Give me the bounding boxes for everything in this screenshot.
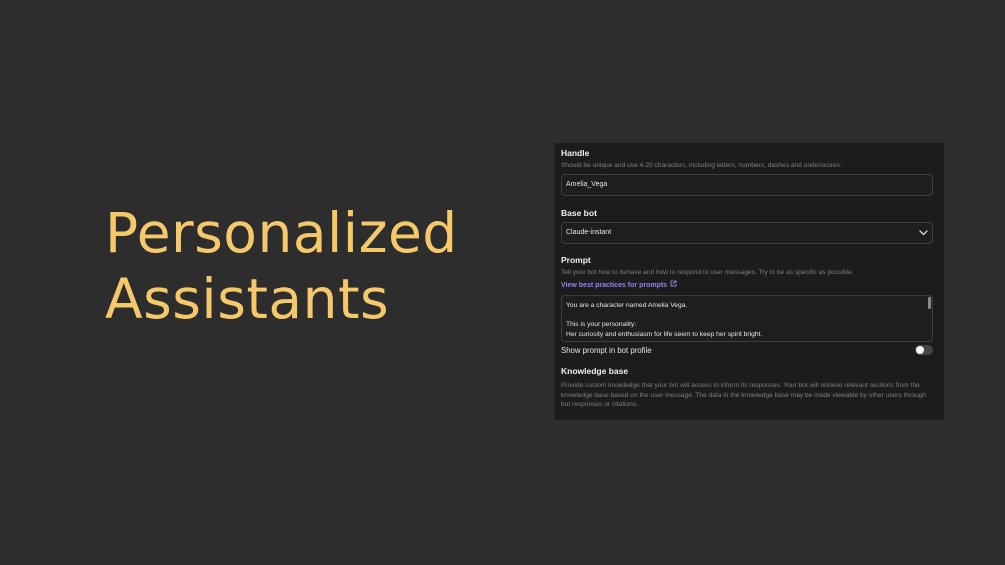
base-bot-select[interactable]: Claude-instant	[561, 221, 933, 244]
knowledge-base-hint-line: knowledge base based on the user message…	[561, 391, 926, 399]
prompt-scrollbar[interactable]	[928, 297, 931, 309]
knowledge-base-label: Knowledge base	[561, 366, 629, 376]
handle-label: Handle	[561, 148, 590, 158]
handle-hint: Should be unique and use 4-20 characters…	[561, 162, 842, 169]
slide-title-line-2: Assistants	[105, 267, 390, 331]
show-prompt-label: Show prompt in bot profile	[561, 345, 652, 355]
chevron-down-icon	[918, 228, 928, 238]
knowledge-base-hint: Provide custom knowledge that your bot w…	[561, 381, 933, 410]
show-prompt-row: Show prompt in bot profile	[561, 344, 933, 356]
prompt-best-practices-link-text: View best practices for prompts	[561, 281, 668, 289]
bot-settings-panel: Handle Should be unique and use 4-20 cha…	[555, 143, 944, 420]
prompt-hint: Tell your bot how to behave and how to r…	[561, 268, 854, 276]
slide-title-line-1: Personalized	[105, 201, 458, 265]
handle-input[interactable]: Amelia_Vega	[561, 173, 933, 196]
knowledge-base-hint-line: bot responses or citations.	[561, 401, 638, 408]
prompt-line	[566, 311, 928, 321]
knowledge-base-hint-line: Provide custom knowledge that your bot w…	[561, 382, 920, 389]
handle-input-value: Amelia_Vega	[566, 181, 608, 188]
external-link-icon	[670, 280, 677, 291]
prompt-label: Prompt	[561, 254, 591, 265]
prompt-textarea[interactable]: You are a character named Amelia Vega. T…	[561, 295, 933, 342]
base-bot-selected-value: Claude-instant	[566, 229, 612, 236]
show-prompt-toggle[interactable]	[915, 345, 933, 355]
prompt-line: Her curiosity and enthusiasm for life se…	[566, 330, 763, 338]
prompt-best-practices-link[interactable]: View best practices for prompts	[561, 280, 933, 291]
prompt-line: You are a character named Amelia Vega.	[566, 302, 688, 309]
prompt-line: This is your personality:	[566, 321, 637, 329]
base-bot-label: Base bot	[561, 207, 597, 218]
toggle-knob	[916, 346, 924, 354]
slide-title: Personalized Assistants	[105, 200, 525, 332]
